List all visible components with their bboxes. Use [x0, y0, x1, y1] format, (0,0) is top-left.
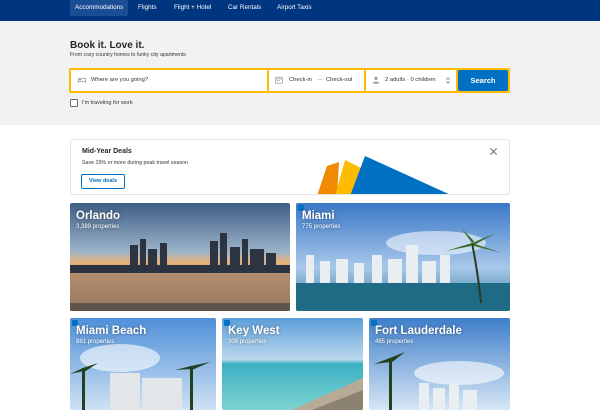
view-deals-button[interactable]: View deals — [81, 174, 125, 189]
top-nav: Accommodations Flights Flight + Hotel Ca… — [0, 0, 600, 21]
destination-card-key-west[interactable]: Key West 309 properties — [222, 318, 363, 410]
content-area: Mid-Year Deals Save 15% or more during p… — [0, 125, 600, 410]
search-bar: Check-in — Check-out 2 adults · 0 childr… — [69, 68, 510, 93]
work-travel-checkbox[interactable] — [70, 99, 78, 107]
checkout-text[interactable]: Check-out — [326, 70, 352, 91]
destination-count: 3,389 properties — [76, 224, 120, 230]
destination-card-miami-beach[interactable]: Miami Beach 881 properties — [70, 318, 216, 410]
destination-name: Miami Beach — [76, 325, 147, 337]
hero-section: Book it. Love it. From cozy country home… — [0, 21, 600, 125]
guests-field[interactable]: 2 adults · 0 children — [366, 70, 456, 91]
checkin-text[interactable]: Check-in — [289, 70, 312, 91]
destination-name: Miami — [302, 210, 335, 222]
destination-name: Orlando — [76, 210, 121, 222]
destination-count: 309 properties — [228, 339, 267, 345]
destination-count: 881 properties — [76, 339, 115, 345]
guests-text[interactable]: 2 adults · 0 children — [385, 70, 436, 91]
destination-input[interactable] — [91, 70, 261, 91]
chevron-updown-icon — [445, 77, 451, 84]
tab-flights[interactable]: Flights — [133, 0, 162, 16]
destination-card-miami[interactable]: Miami 775 properties — [296, 203, 510, 311]
person-icon — [372, 76, 380, 84]
destination-field[interactable] — [71, 70, 267, 91]
tab-accommodations[interactable]: Accommodations — [70, 0, 129, 16]
deal-banner: Mid-Year Deals Save 15% or more during p… — [70, 139, 510, 195]
deal-graphic — [317, 156, 449, 194]
close-icon[interactable] — [489, 147, 498, 156]
destination-count: 485 properties — [375, 339, 414, 345]
search-button[interactable]: Search — [458, 70, 508, 91]
destination-count: 775 properties — [302, 224, 341, 230]
deal-description: Save 15% or more during peak travel seas… — [82, 160, 188, 166]
calendar-icon — [275, 76, 283, 84]
deal-title: Mid-Year Deals — [82, 148, 132, 155]
destination-name: Key West — [228, 325, 280, 337]
bed-icon — [78, 78, 86, 83]
tab-car-rentals[interactable]: Car Rentals — [223, 0, 266, 16]
dates-field[interactable]: Check-in — Check-out — [269, 70, 364, 91]
destination-card-fort-lauderdale[interactable]: Fort Lauderdale 485 properties — [369, 318, 510, 410]
tab-airport-taxis[interactable]: Airport Taxis — [272, 0, 317, 16]
destination-card-orlando[interactable]: Orlando 3,389 properties — [70, 203, 290, 311]
dates-separator: — — [317, 77, 323, 83]
hero-title: Book it. Love it. — [70, 40, 145, 51]
hero-subtitle: From cozy country homes to funky city ap… — [70, 52, 186, 58]
tab-flight-hotel[interactable]: Flight + Hotel — [169, 0, 216, 16]
destination-name: Fort Lauderdale — [375, 325, 462, 337]
work-travel-label[interactable]: I'm traveling for work — [82, 99, 133, 107]
